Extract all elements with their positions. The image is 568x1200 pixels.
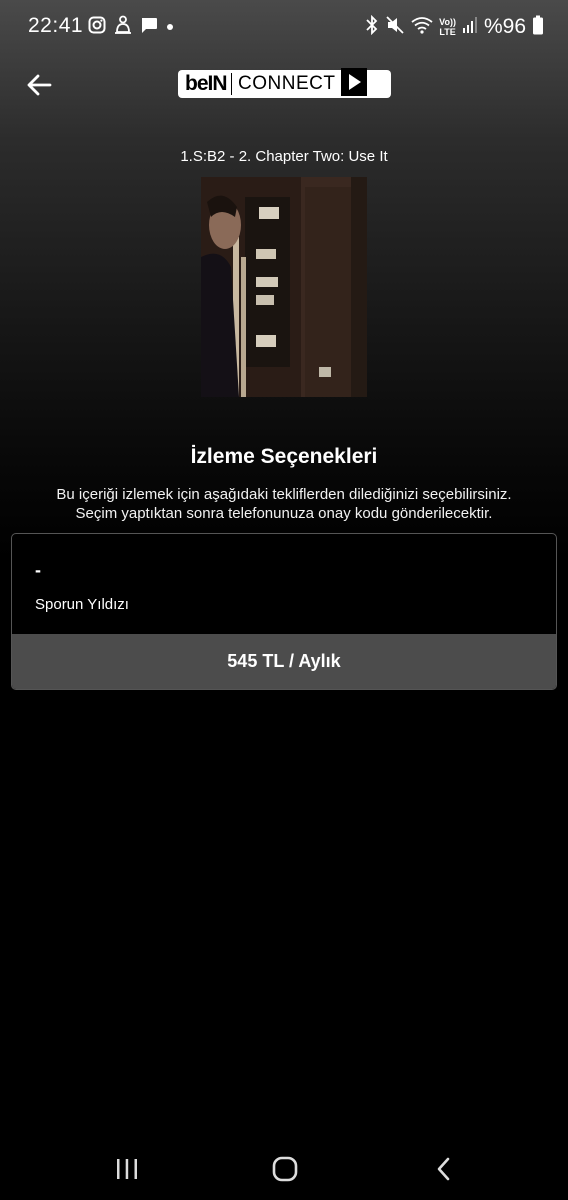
- bluetooth-icon: [365, 14, 379, 40]
- dot-icon: [166, 18, 174, 36]
- wifi-icon: [411, 16, 433, 39]
- status-bar: 22:41 Vo)) LTE %96: [0, 0, 568, 52]
- app-notification-icon: [114, 15, 132, 40]
- play-icon: [341, 67, 368, 101]
- back-icon: [437, 1157, 450, 1181]
- home-icon: [272, 1156, 298, 1182]
- brand-logo: beIN CONNECT: [178, 67, 391, 101]
- description-line-1: Bu içeriği izlemek için aşağıdaki teklif…: [56, 486, 512, 503]
- instagram-icon: [88, 16, 106, 39]
- mute-icon: [385, 15, 405, 40]
- system-nav-bar: [0, 1140, 568, 1200]
- brand-logo-divider: [230, 73, 233, 95]
- signal-icon: [462, 16, 478, 39]
- brand-logo-connect: CONNECT: [238, 73, 336, 94]
- status-time: 22:41: [28, 14, 84, 37]
- offer-price-label: 545 TL / Aylık: [227, 651, 341, 671]
- screen: 22:41 Vo)) LTE %96 beIN CONNECT 1.S:B2 -…: [0, 0, 568, 1200]
- offer-card[interactable]: - Sporun Yıldızı 545 TL / Aylık: [11, 533, 557, 690]
- episode-title: 1.S:B2 - 2. Chapter Two: Use It: [180, 148, 388, 165]
- app-header: beIN CONNECT: [0, 58, 568, 110]
- recent-apps-icon: [117, 1159, 137, 1179]
- home-button[interactable]: [265, 1154, 305, 1184]
- offer-price-button[interactable]: 545 TL / Aylık: [12, 634, 556, 689]
- brand-logo-bein: beIN: [185, 72, 228, 95]
- watch-options-description: Bu içeriği izlemek için aşağıdaki teklif…: [30, 485, 538, 523]
- message-icon: [140, 16, 158, 39]
- battery-percent: %96: [483, 15, 526, 38]
- arrow-left-icon: [27, 74, 52, 96]
- description-line-2: Seçim yaptıktan sonra telefonunuza onay …: [75, 505, 493, 522]
- recent-apps-button[interactable]: [107, 1154, 147, 1184]
- offer-dash: -: [35, 560, 41, 580]
- watch-options-title: İzleme Seçenekleri: [190, 445, 378, 468]
- offer-name: Sporun Yıldızı: [35, 596, 129, 613]
- status-right-icons: Vo)) LTE %96: [365, 14, 544, 40]
- volte-bottom-text: LTE: [439, 27, 456, 37]
- episode-poster-image: [201, 177, 367, 397]
- battery-icon: [532, 15, 544, 40]
- system-back-button[interactable]: [424, 1154, 464, 1184]
- back-button[interactable]: [22, 68, 56, 102]
- status-left-icons: [88, 15, 174, 40]
- volte-top-text: Vo)): [439, 17, 456, 27]
- volte-icon: Vo)) LTE: [439, 17, 456, 37]
